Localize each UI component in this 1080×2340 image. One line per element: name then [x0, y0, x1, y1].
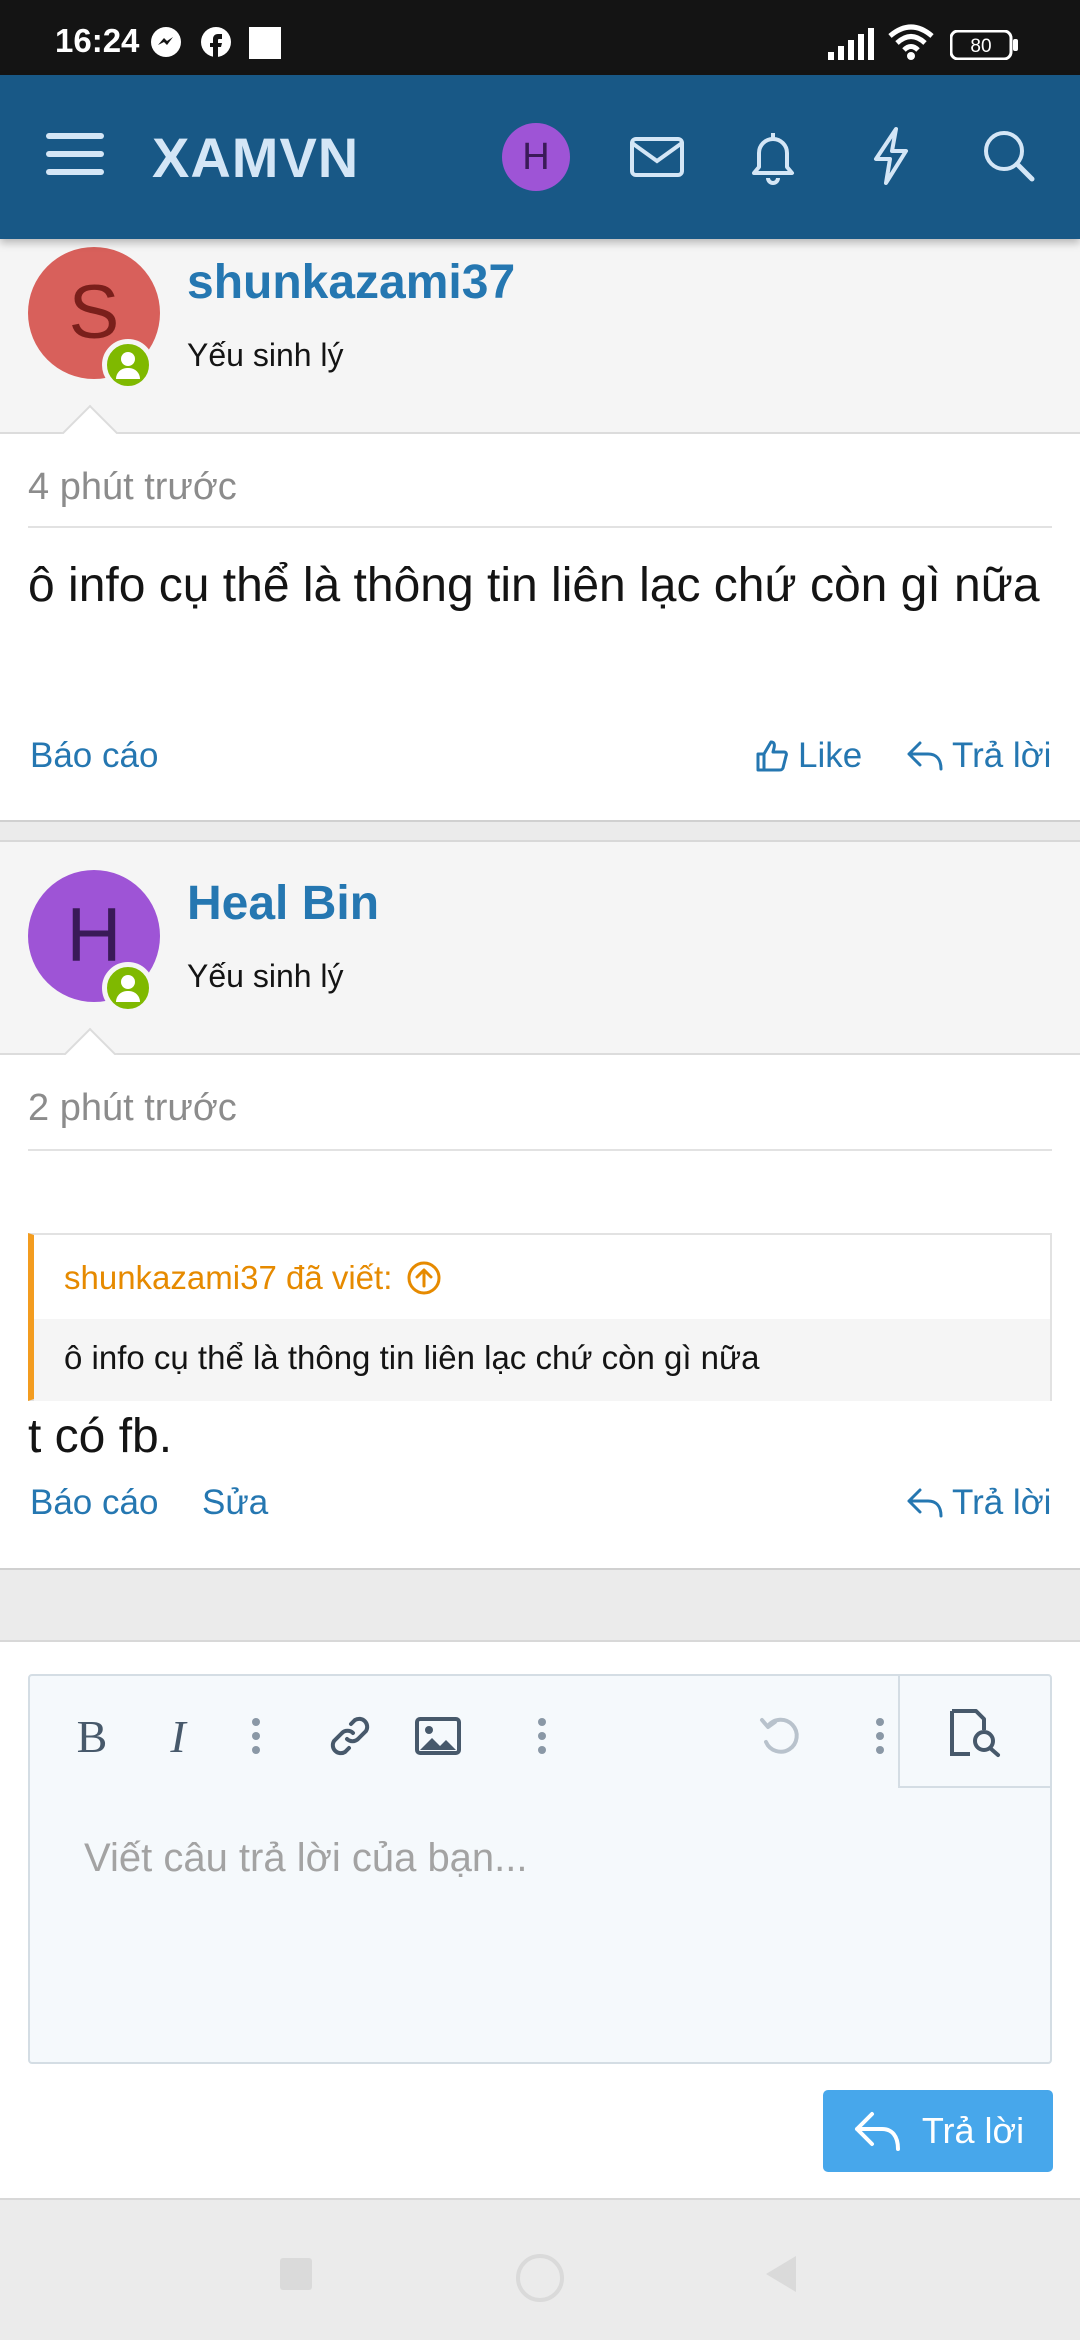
hamburger-menu-icon[interactable]	[42, 121, 108, 187]
status-time: 16:24	[55, 22, 140, 59]
reply-label: Trả lời	[952, 1483, 1052, 1522]
online-status-icon	[102, 339, 154, 391]
report-label: Báo cáo	[30, 736, 159, 775]
link-icon[interactable]	[322, 1708, 378, 1764]
quote-header[interactable]: shunkazami37 đã viết:	[64, 1259, 442, 1297]
mail-icon[interactable]	[624, 123, 690, 189]
submit-reply-button[interactable]: Trả lời	[823, 2090, 1053, 2172]
signal-icon	[826, 28, 874, 60]
more-options-icon[interactable]	[228, 1708, 284, 1764]
quote-text: ô info cụ thể là thông tin liên lạc chứ …	[34, 1319, 1050, 1401]
svg-text:80: 80	[970, 36, 991, 57]
reply-editor[interactable]: B I Viết câu trả lời của bạn...	[28, 1674, 1052, 2064]
submit-reply-label: Trả lời	[921, 2110, 1025, 2151]
post-time[interactable]: 2 phút trước	[28, 1087, 237, 1130]
italic-icon[interactable]: I	[150, 1708, 206, 1764]
preview-icon	[950, 1709, 1000, 1757]
recent-apps-icon[interactable]	[278, 2256, 314, 2292]
svg-text:I: I	[169, 1714, 188, 1758]
reply-icon	[854, 2112, 900, 2151]
post-body: 4 phút trước ô info cụ thể là thông tin …	[0, 434, 1080, 822]
svg-text:B: B	[77, 1714, 108, 1758]
edit-label: Sửa	[202, 1483, 269, 1522]
home-icon[interactable]	[514, 2252, 566, 2304]
app-header: XAMVN H	[0, 75, 1080, 239]
post-username[interactable]: shunkazami37	[187, 255, 515, 310]
like-button[interactable]: Like	[754, 736, 862, 776]
messenger-icon	[150, 26, 182, 58]
undo-icon[interactable]	[752, 1708, 808, 1764]
reply-link[interactable]: Trả lời	[906, 1483, 1051, 1523]
notification-square-icon	[248, 26, 282, 60]
edit-link[interactable]: Sửa	[202, 1483, 268, 1523]
more-options-icon[interactable]	[514, 1708, 570, 1764]
user-avatar[interactable]: H	[502, 123, 570, 191]
reply-link[interactable]: Trả lời	[906, 736, 1051, 776]
report-link[interactable]: Báo cáo	[30, 1483, 158, 1523]
reply-placeholder[interactable]: Viết câu trả lời của bạn...	[84, 1836, 528, 1881]
reply-label: Trả lời	[952, 736, 1052, 775]
reply-icon	[907, 1488, 943, 1518]
post-body: 2 phút trước shunkazami37 đã viết: ô inf…	[0, 1055, 1080, 1570]
battery-icon: 80	[950, 30, 1020, 60]
quote-block: shunkazami37 đã viết: ô info cụ thể là t…	[28, 1233, 1052, 1401]
post-header: H Heal Bin Yếu sinh lý	[0, 840, 1080, 1085]
lightning-icon[interactable]	[858, 123, 924, 189]
user-title: Yếu sinh lý	[187, 958, 344, 994]
post-username[interactable]: Heal Bin	[187, 876, 379, 931]
divider	[28, 1149, 1052, 1151]
bell-icon[interactable]	[740, 123, 806, 189]
arrow-up-circle-icon[interactable]	[406, 1260, 442, 1296]
post-header: S shunkazami37 Yếu sinh lý	[0, 239, 1080, 462]
quote-author: shunkazami37 đã viết:	[64, 1259, 393, 1296]
reply-icon	[907, 741, 943, 771]
wifi-icon	[888, 24, 934, 60]
report-label: Báo cáo	[30, 1483, 159, 1522]
divider	[28, 526, 1052, 528]
thumbs-up-icon	[756, 740, 788, 772]
bold-icon[interactable]: B	[64, 1708, 120, 1764]
back-icon[interactable]	[762, 2254, 798, 2294]
search-icon[interactable]	[976, 123, 1042, 189]
post-time[interactable]: 4 phút trước	[28, 466, 237, 509]
report-link[interactable]: Báo cáo	[30, 736, 158, 776]
online-status-icon	[102, 962, 154, 1014]
facebook-icon	[200, 26, 232, 58]
post-message: ô info cụ thể là thông tin liên lạc chứ …	[28, 559, 1040, 612]
status-bar: 16:24 80	[0, 0, 1080, 75]
quick-reply: B I Viết câu trả lời của bạn... Trả lời	[0, 1640, 1080, 2200]
user-title: Yếu sinh lý	[187, 337, 344, 373]
system-nav-bar	[0, 2200, 1080, 2340]
site-logo[interactable]: XAMVN	[152, 125, 359, 190]
preview-button[interactable]	[898, 1676, 1050, 1788]
like-label: Like	[798, 736, 863, 775]
image-icon[interactable]	[410, 1708, 466, 1764]
post-message: t có fb.	[28, 1410, 173, 1463]
